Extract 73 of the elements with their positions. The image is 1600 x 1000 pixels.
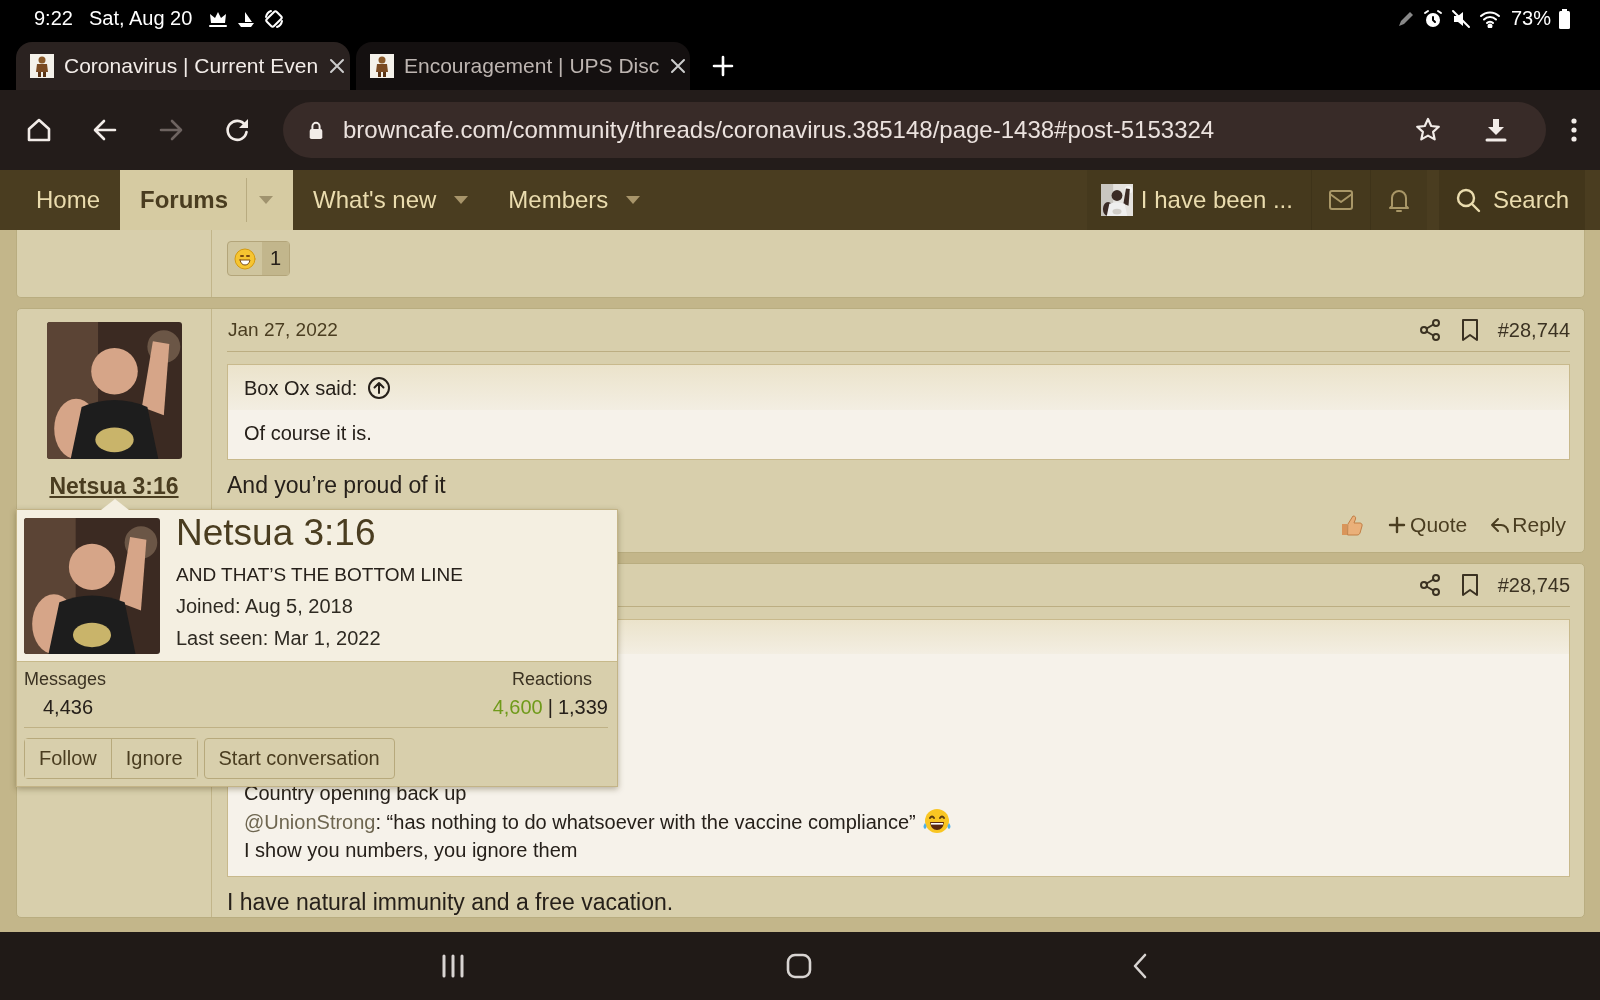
quote-button[interactable]: Quote <box>1387 513 1468 537</box>
stat-label: Reactions <box>511 669 592 690</box>
stat-label: Messages <box>24 669 107 690</box>
reply-button[interactable]: Reply <box>1489 513 1566 537</box>
separator-text: | <box>547 696 553 719</box>
more-icon[interactable] <box>1570 117 1578 143</box>
plus-icon <box>1387 515 1408 535</box>
post-text: And you’re proud of it <box>227 471 447 500</box>
last-seen: Last seen: Mar 1, 2022 <box>176 627 382 650</box>
search-button[interactable]: Search <box>1438 170 1585 230</box>
url-text: browncafe.com/community/threads/coronavirus.385148/page-1438#post-5153324 <box>343 116 1216 144</box>
arrow-up-circle-icon[interactable] <box>367 375 392 400</box>
battery-icon <box>1559 8 1570 29</box>
figure-icon <box>370 54 394 78</box>
figure-icon <box>30 54 54 78</box>
account-link[interactable]: I have been ... <box>1086 170 1311 230</box>
quote-text: @UnionStrong: “has nothing to do whatsoever with the vaccine compliance” <box>244 807 1553 837</box>
home-button-icon[interactable] <box>786 953 812 979</box>
caret-icon[interactable] <box>626 196 641 204</box>
post-text: I have natural immunity and a free vacation. <box>227 888 675 917</box>
lock-icon <box>307 119 325 141</box>
wifi-icon <box>1478 9 1501 28</box>
reply-icon <box>1489 515 1510 535</box>
share-icon[interactable] <box>1417 318 1442 342</box>
quote-text: I show you numbers, you ignore them <box>244 838 579 863</box>
post-date[interactable]: Jan 27, 2022 <box>227 319 338 341</box>
joined-date: Joined: Aug 5, 2018 <box>176 595 354 618</box>
message-count: 4,436 <box>43 696 95 719</box>
back-button-icon[interactable] <box>1132 952 1148 980</box>
battery-percent: 73% <box>1510 7 1551 30</box>
reaction-badge[interactable]: 1 <box>227 241 291 276</box>
caret-icon[interactable] <box>454 196 469 204</box>
bookmark-icon[interactable] <box>1459 573 1480 597</box>
pencil-icon <box>1396 9 1415 28</box>
rotate-icon <box>264 8 285 29</box>
quote-text: Of course it is. <box>244 421 373 446</box>
nav-tab[interactable]: What's new <box>293 170 489 230</box>
share-icon[interactable] <box>1417 573 1442 597</box>
mention-link[interactable]: @UnionStrong <box>244 808 376 836</box>
mail-icon <box>1327 189 1354 211</box>
clock-time: 9:22 <box>34 7 73 30</box>
bookmark-icon[interactable] <box>1459 318 1480 342</box>
status-date: Sat, Aug 20 <box>88 7 193 30</box>
nav-tab[interactable]: Forums <box>120 170 294 230</box>
inbox-button[interactable] <box>1310 170 1370 230</box>
member-name[interactable]: Netsua 3:16 <box>176 512 463 554</box>
tab-title: Coronavirus | Current Even <box>64 54 319 78</box>
recent-apps-icon[interactable] <box>440 954 466 978</box>
browser-tab[interactable]: Encouragement | UPS Disc <box>356 42 690 90</box>
thumbs-up-icon[interactable] <box>1339 512 1366 538</box>
tab-title: Encouragement | UPS Disc <box>404 54 660 78</box>
nav-tab[interactable]: Home <box>16 170 121 230</box>
card-button[interactable]: Start conversation <box>203 738 395 779</box>
post-number[interactable]: #28,744 <box>1497 318 1570 342</box>
address-bar[interactable]: browncafe.com/community/threads/coronavirus.385148/page-1438#post-5153324 <box>283 102 1546 158</box>
alerts-button[interactable] <box>1369 170 1427 230</box>
close-icon[interactable] <box>328 57 347 75</box>
alarm-icon <box>1422 8 1443 29</box>
mute-icon <box>1450 8 1471 29</box>
nav-tab[interactable]: Members <box>488 170 661 230</box>
home-icon[interactable] <box>25 116 53 144</box>
search-icon <box>1454 187 1481 213</box>
new-tab-icon[interactable] <box>712 55 734 77</box>
reaction-count: 1,339 <box>557 696 608 719</box>
quote-text: Country opening back up <box>244 781 468 806</box>
browser-tab[interactable]: Coronavirus | Current Even <box>16 42 350 90</box>
post-number[interactable]: #28,745 <box>1497 573 1570 597</box>
quote-author: Box Ox said: <box>244 376 358 401</box>
close-icon[interactable] <box>669 57 688 75</box>
author-link[interactable]: Netsua 3:16 <box>49 473 179 500</box>
member-title: AND THAT’S THE BOTTOM LINE <box>176 564 463 586</box>
bell-icon <box>1386 187 1411 213</box>
card-button[interactable]: Ignore <box>110 739 197 778</box>
